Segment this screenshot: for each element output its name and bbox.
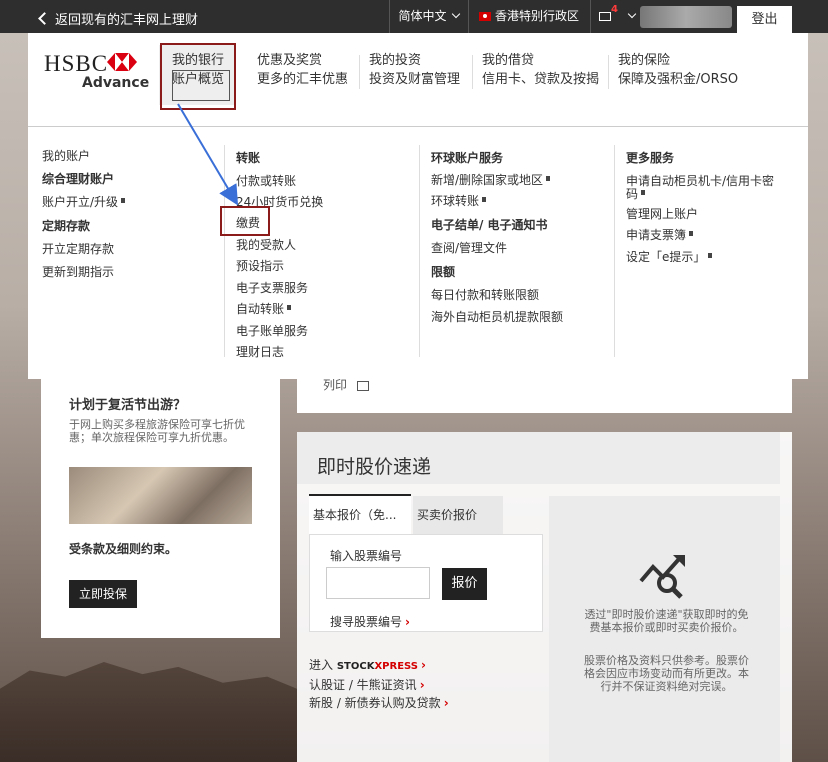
annotation-arrow bbox=[177, 103, 239, 206]
highlight-box-bill-payment-top bbox=[220, 206, 270, 236]
